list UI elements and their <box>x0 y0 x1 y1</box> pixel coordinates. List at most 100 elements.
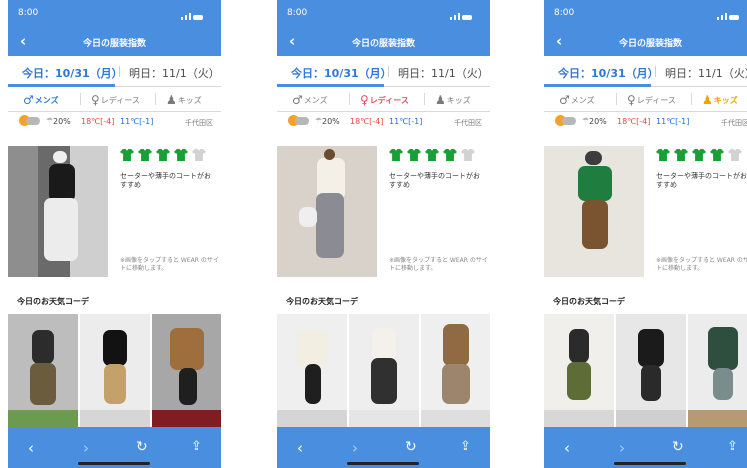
featured-outfit-image[interactable] <box>8 146 108 277</box>
outfit-shape <box>641 365 661 401</box>
tab-tomorrow[interactable]: 明日：11/1（火） <box>129 65 220 81</box>
phone-screen-ladies: 8:00 ‹ 今日の服装指数 今日：10/31（月） 明日：11/1（火） ♂メ… <box>277 0 490 468</box>
phone-screen-kids: 8:00 ‹ 今日の服装指数 今日：10/31（月） 明日：11/1（火） ♂メ… <box>544 0 747 468</box>
hat-shape <box>585 151 602 165</box>
tab-today[interactable]: 今日：10/31（月） <box>291 65 392 81</box>
tab-kids[interactable]: ♟キッズ <box>702 93 738 107</box>
tab-ladies[interactable]: ♀レディース <box>360 93 409 107</box>
outfit-shape <box>569 329 589 363</box>
male-person-icon: ♂ <box>23 93 34 107</box>
outfit-shape <box>708 327 738 370</box>
outfit-tile[interactable] <box>616 410 686 427</box>
gender-divider <box>616 93 617 105</box>
precipitation: 20% <box>322 117 340 126</box>
chevron-left-icon[interactable]: ‹ <box>564 439 570 457</box>
chevron-right-icon[interactable]: › <box>619 439 625 457</box>
outfit-tile[interactable] <box>349 410 419 427</box>
share-icon[interactable]: ⇪ <box>191 439 202 454</box>
outfit-tile[interactable] <box>80 410 150 427</box>
outfit-shape <box>442 364 470 404</box>
high-temperature: 18℃[-4] <box>81 117 115 126</box>
chevron-right-icon[interactable]: › <box>352 439 358 457</box>
chevron-left-icon[interactable]: ‹ <box>297 439 303 457</box>
outfit-tile[interactable] <box>277 314 347 410</box>
chevron-left-icon[interactable]: ‹ <box>28 439 34 457</box>
tab-divider <box>119 66 120 77</box>
tab-kids[interactable]: ♟キッズ <box>435 93 471 107</box>
female-person-icon: ♀ <box>91 93 100 107</box>
kids-label: キッズ <box>713 96 738 105</box>
bag-shape <box>299 207 317 227</box>
tab-tomorrow[interactable]: 明日：11/1（火） <box>398 65 489 81</box>
outfit-tile[interactable] <box>544 410 614 427</box>
outfit-shape <box>32 330 54 364</box>
outfit-shape <box>170 328 204 370</box>
outfit-tile[interactable] <box>349 314 419 410</box>
outfit-tile[interactable] <box>421 314 490 410</box>
kids-icon: ♟ <box>166 93 177 107</box>
tap-note: ※画像をタップすると WEAR のサイトに移動します。 <box>120 257 219 272</box>
reload-icon[interactable]: ↻ <box>405 439 417 455</box>
tab-ladies[interactable]: ♀レディース <box>91 93 140 107</box>
reload-icon[interactable]: ↻ <box>136 439 148 455</box>
section-title: 今日のお天気コーデ <box>17 297 89 306</box>
shirt-index <box>656 149 746 161</box>
outfit-tile[interactable] <box>152 410 221 427</box>
outfit-shape <box>713 368 733 400</box>
page-title: 今日の服装指数 <box>618 39 682 49</box>
status-time: 8:00 <box>554 8 575 18</box>
status-time: 8:00 <box>287 8 308 18</box>
shirt-icon <box>425 149 439 161</box>
outfit-tile[interactable] <box>544 314 614 410</box>
reload-icon[interactable]: ↻ <box>672 439 684 455</box>
kids-icon: ♟ <box>435 93 446 107</box>
status-bar: 8:00 <box>8 0 221 28</box>
outfit-gallery <box>8 314 221 427</box>
page-title: 今日の服装指数 <box>82 39 146 49</box>
tab-mens[interactable]: ♂メンズ <box>292 93 328 107</box>
recommendation-text: セーターや薄手のコートがおすすめ <box>389 172 480 190</box>
outfit-shape <box>30 363 56 405</box>
featured-outfit-image[interactable] <box>544 146 644 277</box>
shirt-icon <box>138 149 152 161</box>
shirt-icon <box>710 149 724 161</box>
gender-tabs: ♂メンズ ♀レディース ♟キッズ <box>8 87 221 112</box>
share-icon[interactable]: ⇪ <box>460 439 471 454</box>
outfit-shape <box>443 324 469 366</box>
outfit-tile[interactable] <box>8 314 78 410</box>
jacket-shape <box>49 164 75 202</box>
tab-ladies[interactable]: ♀レディース <box>627 93 676 107</box>
photo-wall <box>8 146 38 277</box>
outfit-tile[interactable] <box>688 410 747 427</box>
sweater-shape <box>578 166 612 201</box>
shirt-icon <box>389 149 403 161</box>
tab-today[interactable]: 今日：10/31（月） <box>558 65 659 81</box>
phone-screen-mens: 8:00 ‹ 今日の服装指数 今日：10/31（月） 明日：11/1（火） ♂メ… <box>8 0 221 468</box>
male-person-icon: ♂ <box>292 93 303 107</box>
tab-mens[interactable]: ♂メンズ <box>559 93 595 107</box>
outfit-tile[interactable] <box>616 314 686 410</box>
chevron-right-icon[interactable]: › <box>83 439 89 457</box>
share-icon[interactable]: ⇪ <box>727 439 738 454</box>
outfit-tile[interactable] <box>277 410 347 427</box>
outfit-tile[interactable] <box>688 314 747 410</box>
signal-icon <box>717 10 747 20</box>
featured-outfit-image[interactable] <box>277 146 377 277</box>
tab-mens[interactable]: ♂メンズ <box>23 93 59 107</box>
outfit-tile[interactable] <box>421 410 490 427</box>
outfit-tile[interactable] <box>8 410 78 427</box>
tab-kids[interactable]: ♟キッズ <box>166 93 202 107</box>
outfit-tile[interactable] <box>152 314 221 410</box>
high-temperature: 18℃[-4] <box>617 117 651 126</box>
male-person-icon: ♂ <box>559 93 570 107</box>
outfit-tile[interactable] <box>80 314 150 410</box>
low-temperature: 11℃[-1] <box>656 117 690 126</box>
outfit-shape <box>638 329 664 367</box>
nav-bar: ‹ 今日の服装指数 <box>544 28 747 56</box>
tab-today[interactable]: 今日：10/31（月） <box>22 65 123 81</box>
tab-divider <box>388 66 389 77</box>
tab-tomorrow[interactable]: 明日：11/1（火） <box>665 65 747 81</box>
outfit-shape <box>103 330 127 366</box>
cloud-icon <box>295 117 309 125</box>
recommendation-text: セーターや薄手のコートがおすすめ <box>120 172 211 190</box>
